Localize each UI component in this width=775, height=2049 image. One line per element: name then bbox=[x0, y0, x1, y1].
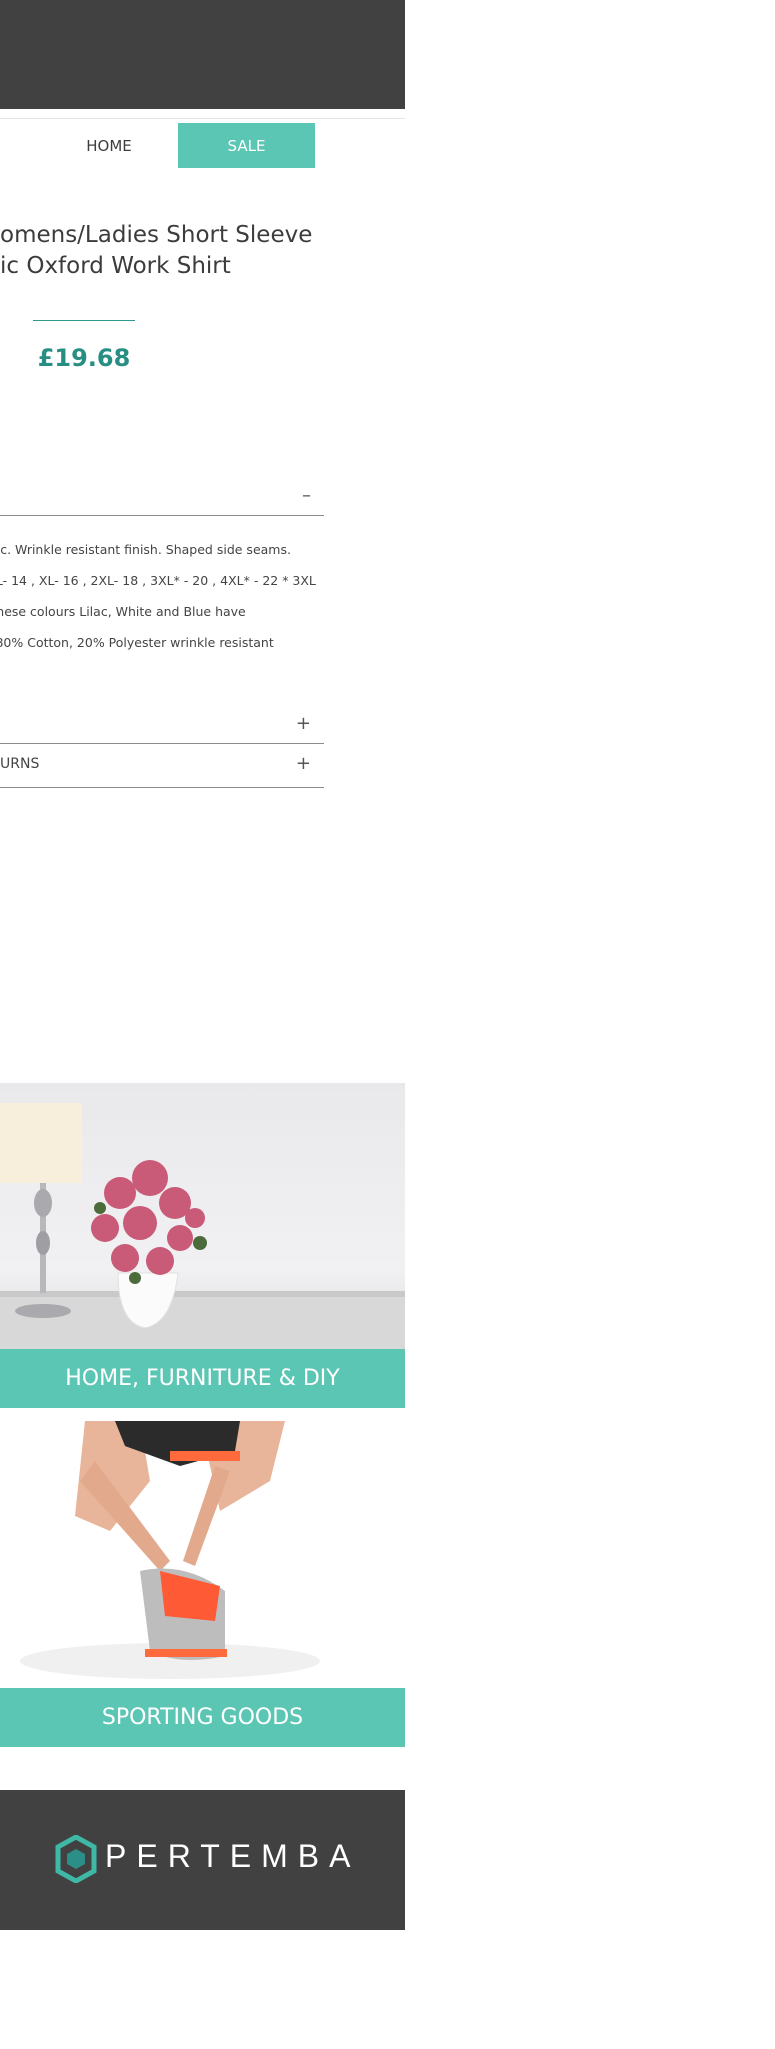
collapse-icon[interactable]: – bbox=[302, 485, 311, 506]
header-divider bbox=[0, 118, 405, 119]
site-header bbox=[0, 0, 405, 109]
category-sporting-goods[interactable]: SPORTING GOODS bbox=[0, 1688, 405, 1747]
accordion-divider bbox=[0, 743, 324, 744]
accordion-product-info[interactable]: – bbox=[0, 478, 324, 514]
description-line-4: ric 80% Cotton, 20% Polyester wrinkle re… bbox=[0, 635, 274, 650]
pertemba-logo-text[interactable]: PERTEMBA bbox=[105, 1838, 360, 1875]
returns-label: URNS bbox=[0, 756, 40, 772]
expand-icon[interactable]: + bbox=[296, 753, 311, 774]
category-home-furniture-diy[interactable]: HOME, FURNITURE & DIY bbox=[0, 1349, 405, 1408]
nav-sale[interactable]: SALE bbox=[178, 123, 315, 168]
accordion-divider bbox=[0, 787, 324, 788]
product-title-line-2: ic Oxford Work Shirt bbox=[0, 253, 231, 279]
sporting-goods-image[interactable] bbox=[0, 1421, 405, 1687]
product-price: £19.68 bbox=[37, 344, 131, 372]
lamp-and-flowers-illustration bbox=[0, 1103, 405, 1349]
description-line-3: in these colours Lilac, White and Blue h… bbox=[0, 604, 246, 619]
nav-home[interactable]: HOME bbox=[40, 123, 178, 168]
title-divider bbox=[33, 320, 135, 321]
accordion-section-2[interactable]: + bbox=[0, 710, 324, 743]
accordion-divider bbox=[0, 515, 324, 516]
site-footer: PERTEMBA bbox=[0, 1790, 405, 1930]
description-line-1: abric. Wrinkle resistant finish. Shaped … bbox=[0, 542, 291, 557]
runner-tying-shoe-illustration bbox=[20, 1421, 320, 1679]
page: HOME SALE omens/Ladies Short Sleeve ic O… bbox=[0, 0, 405, 2049]
pertemba-logo-icon bbox=[55, 1835, 97, 1883]
description-line-2: 2 , L- 14 , XL- 16 , 2XL- 18 , 3XL* - 20… bbox=[0, 573, 316, 588]
accordion-returns[interactable]: URNS + bbox=[0, 745, 324, 787]
expand-icon[interactable]: + bbox=[296, 713, 311, 734]
product-title-line-1: omens/Ladies Short Sleeve bbox=[0, 222, 313, 248]
home-furniture-image[interactable] bbox=[0, 1083, 405, 1349]
